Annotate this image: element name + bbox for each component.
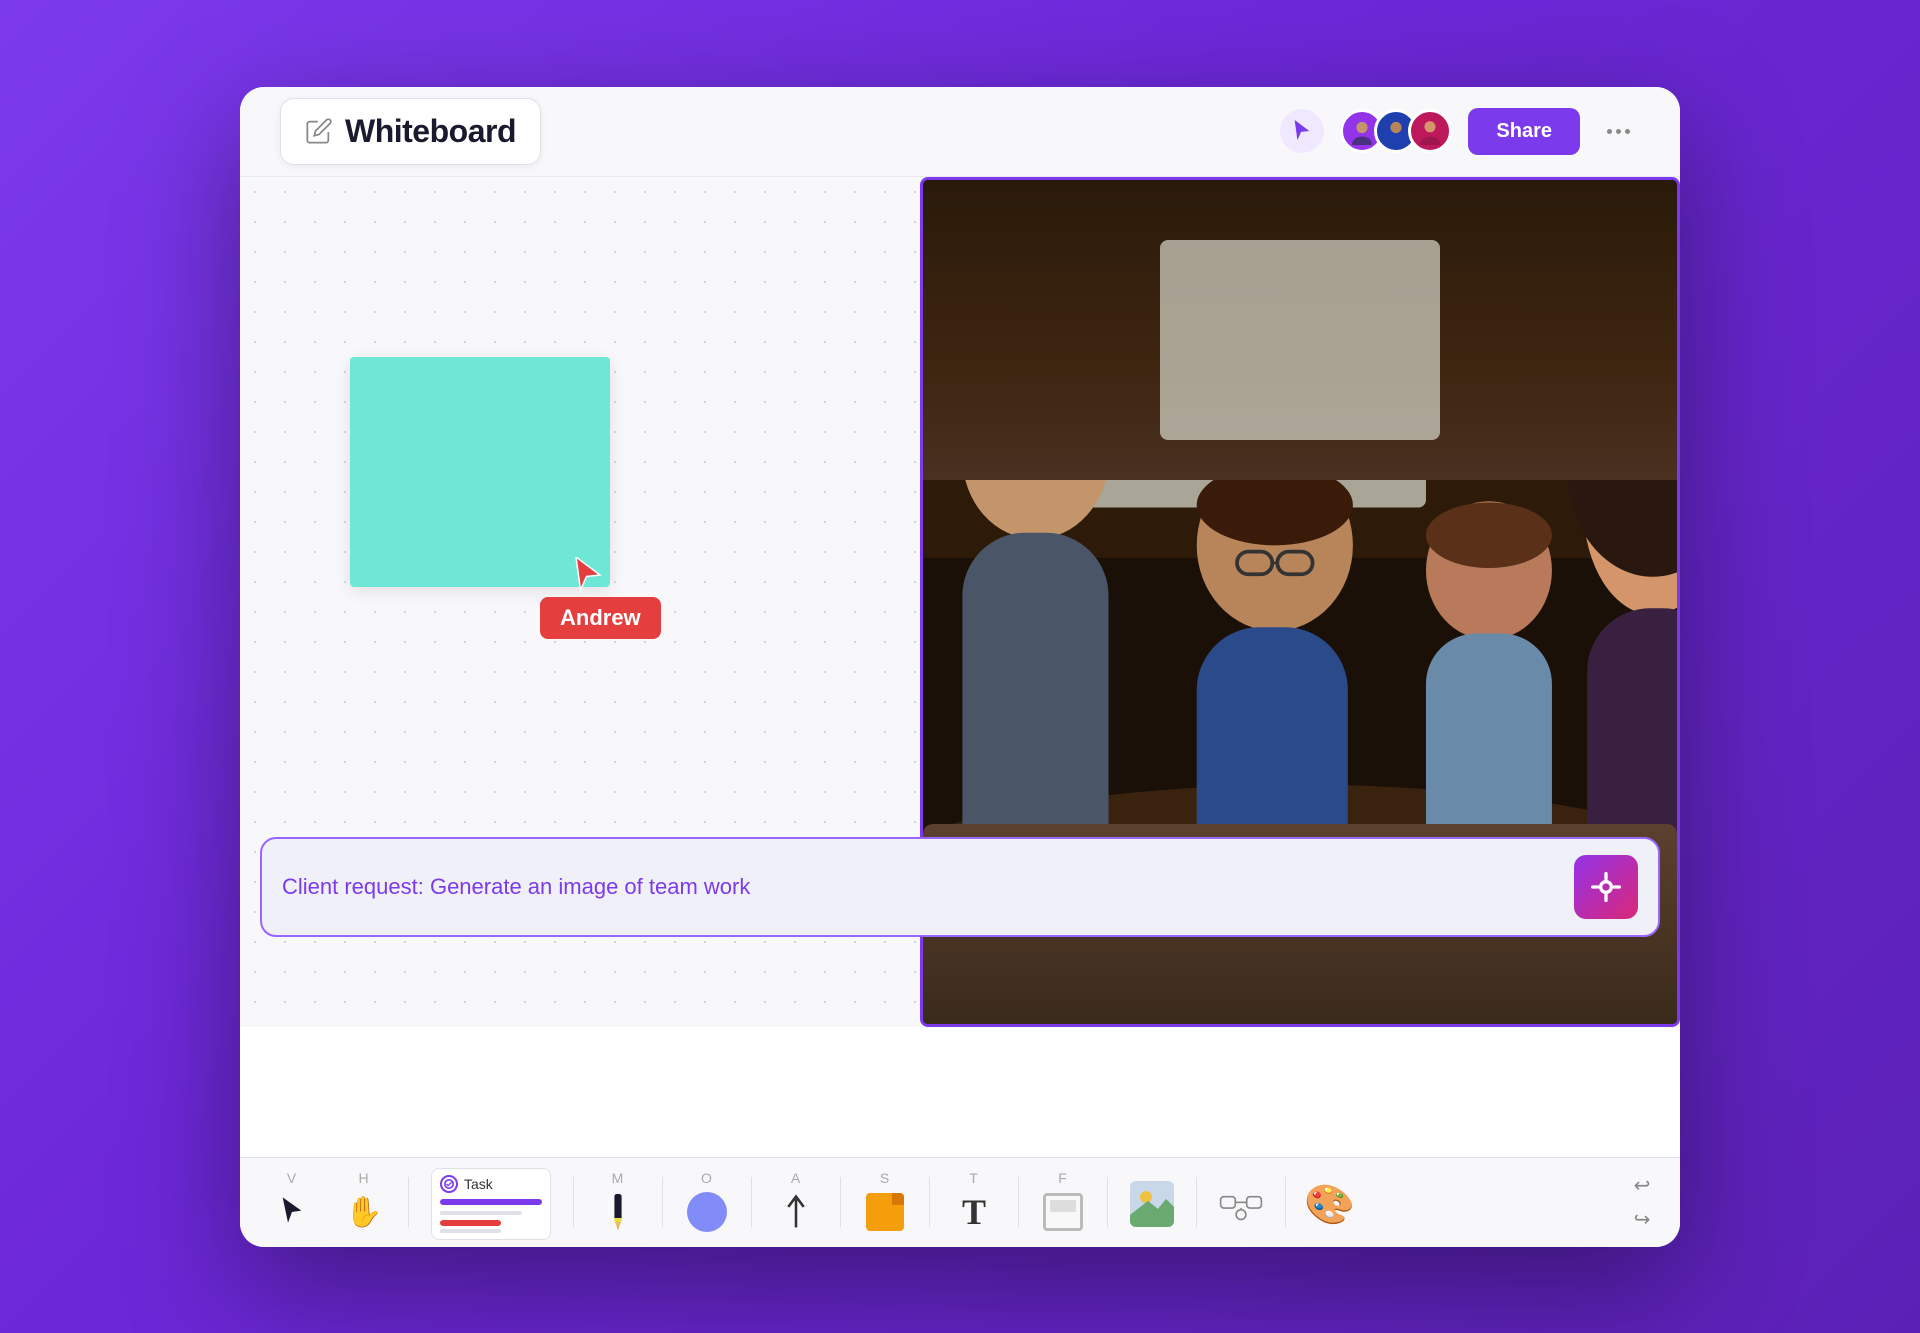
tool-text[interactable]: T T bbox=[942, 1164, 1006, 1240]
dot-3 bbox=[1625, 129, 1630, 134]
tool-f-label: F bbox=[1058, 1170, 1068, 1186]
prompt-area: Client request: Generate an image of tea… bbox=[260, 837, 1660, 937]
header-right: Share bbox=[1280, 108, 1640, 155]
mini-red-bar bbox=[440, 1220, 501, 1226]
divider-7 bbox=[1018, 1177, 1019, 1227]
sticky-shape bbox=[866, 1193, 904, 1231]
edit-icon bbox=[305, 117, 333, 145]
prompt-text: Client request: Generate an image of tea… bbox=[282, 874, 750, 900]
sticky-icon bbox=[863, 1190, 907, 1234]
tool-select[interactable]: V bbox=[260, 1164, 324, 1240]
divider-4 bbox=[751, 1177, 752, 1227]
ai-icon: 🎨 bbox=[1305, 1179, 1356, 1230]
divider-5 bbox=[840, 1177, 841, 1227]
tool-pencil[interactable]: M bbox=[586, 1164, 650, 1240]
mini-card-top: Task bbox=[440, 1175, 542, 1193]
toolbar: V H ✋ bbox=[240, 1157, 1680, 1247]
header: Whiteboard bbox=[240, 87, 1680, 177]
flow-icon bbox=[1219, 1182, 1263, 1226]
undo-redo-group: ↩ ↪ bbox=[1624, 1171, 1660, 1233]
divider-10 bbox=[1285, 1177, 1286, 1227]
tool-image[interactable] bbox=[1120, 1172, 1184, 1232]
pencil-icon bbox=[596, 1190, 640, 1234]
circle-icon bbox=[685, 1190, 729, 1234]
undo-button[interactable]: ↩ bbox=[1624, 1171, 1660, 1199]
tool-task-card[interactable]: Task bbox=[421, 1158, 561, 1246]
image-thumbnail bbox=[1130, 1181, 1174, 1227]
mini-bar-purple bbox=[440, 1199, 542, 1205]
avatar-3 bbox=[1408, 109, 1452, 153]
mini-line-2 bbox=[440, 1229, 501, 1233]
frame-shape bbox=[1043, 1193, 1083, 1231]
select-icon bbox=[270, 1190, 314, 1234]
dot-2 bbox=[1616, 129, 1621, 134]
task-text: Task bbox=[464, 1176, 493, 1192]
mini-check bbox=[440, 1175, 458, 1193]
mini-lines bbox=[440, 1211, 542, 1233]
cursor-button[interactable] bbox=[1280, 109, 1324, 153]
generate-button[interactable] bbox=[1574, 855, 1638, 919]
title-badge[interactable]: Whiteboard bbox=[280, 98, 541, 165]
divider-8 bbox=[1107, 1177, 1108, 1227]
frame-icon bbox=[1041, 1190, 1085, 1234]
app-window: Whiteboard bbox=[240, 87, 1680, 1247]
task-card-icon: Task bbox=[431, 1168, 551, 1240]
divider-2 bbox=[573, 1177, 574, 1227]
canvas-area[interactable]: Andrew bbox=[240, 177, 1680, 1027]
tool-ai[interactable]: 🎨 bbox=[1298, 1172, 1362, 1232]
sticky-fold bbox=[892, 1193, 904, 1205]
image-svg bbox=[1130, 1181, 1174, 1227]
tool-frame[interactable]: F bbox=[1031, 1164, 1095, 1240]
page-title: Whiteboard bbox=[345, 113, 516, 150]
avatars-group bbox=[1340, 109, 1452, 153]
user-cursor bbox=[570, 557, 606, 598]
flow-svg bbox=[1219, 1181, 1263, 1227]
dot-1 bbox=[1607, 129, 1612, 134]
hand-icon: ✋ bbox=[342, 1190, 386, 1234]
share-button[interactable]: Share bbox=[1468, 108, 1580, 155]
tool-o-label: O bbox=[701, 1170, 713, 1186]
tool-arrow[interactable]: A bbox=[764, 1164, 828, 1240]
user-cursor-label: Andrew bbox=[540, 597, 661, 639]
text-icon: T bbox=[952, 1190, 996, 1234]
tool-v-label: V bbox=[287, 1170, 297, 1186]
tool-m-label: M bbox=[612, 1170, 625, 1186]
tool-sticky[interactable]: S bbox=[853, 1164, 917, 1240]
tool-t-label: T bbox=[969, 1170, 979, 1186]
tool-flow[interactable] bbox=[1209, 1172, 1273, 1232]
frame-header bbox=[1050, 1200, 1076, 1212]
tool-shape[interactable]: O bbox=[675, 1164, 739, 1240]
divider-9 bbox=[1196, 1177, 1197, 1227]
arrow-icon bbox=[774, 1190, 818, 1234]
tool-a-label: A bbox=[791, 1170, 801, 1186]
divider-6 bbox=[929, 1177, 930, 1227]
circle-shape bbox=[687, 1192, 727, 1232]
text-t-glyph: T bbox=[962, 1191, 986, 1233]
divider-1 bbox=[408, 1177, 409, 1227]
sticky-note[interactable] bbox=[350, 357, 610, 587]
mini-line-1 bbox=[440, 1211, 522, 1215]
more-options-button[interactable] bbox=[1596, 109, 1640, 153]
image-icon bbox=[1130, 1182, 1174, 1226]
divider-3 bbox=[662, 1177, 663, 1227]
tool-hand[interactable]: H ✋ bbox=[332, 1164, 396, 1240]
tool-s-label: S bbox=[880, 1170, 890, 1186]
tool-h-label: H bbox=[358, 1170, 369, 1186]
redo-button[interactable]: ↪ bbox=[1624, 1205, 1660, 1233]
